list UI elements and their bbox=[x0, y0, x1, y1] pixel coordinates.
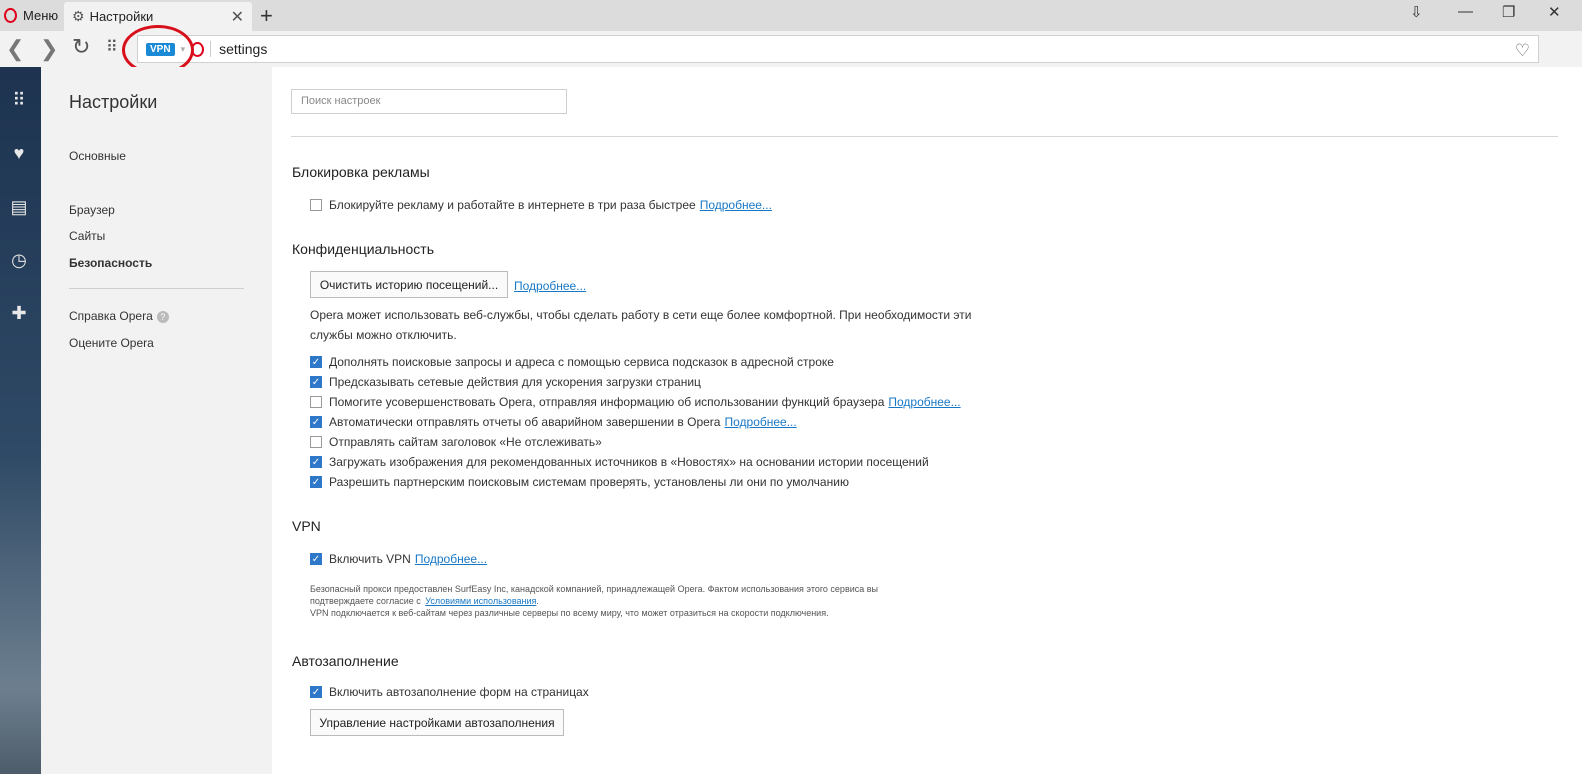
autofill-label: Включить автозаполнение форм на страница… bbox=[329, 685, 589, 699]
menu-label: Меню bbox=[23, 8, 59, 23]
nav-item-sites[interactable]: Сайты bbox=[69, 229, 105, 243]
privacy-option[interactable]: ✓ Предсказывать сетевые действия для уск… bbox=[310, 375, 701, 389]
navigation-bar: ❮ ❯ ↻ ⠿ VPN ▾ settings ♡ bbox=[0, 31, 1582, 68]
manage-autofill-button[interactable]: Управление настройками автозаполнения bbox=[310, 709, 564, 736]
vpn-checkbox[interactable]: ✓ bbox=[310, 553, 322, 565]
adblock-label: Блокируйте рекламу и работайте в интерне… bbox=[329, 198, 696, 212]
privacy-option-more-link[interactable]: Подробнее... bbox=[724, 415, 796, 429]
privacy-option-label: Предсказывать сетевые действия для ускор… bbox=[329, 375, 701, 389]
speed-dial-icon[interactable]: ⠿ bbox=[106, 37, 118, 57]
nav-divider bbox=[69, 288, 244, 289]
privacy-option[interactable]: Помогите усовершенствовать Opera, отправ… bbox=[310, 395, 961, 409]
new-tab-button[interactable]: + bbox=[260, 3, 273, 29]
vpn-terms-link[interactable]: Условиями использования bbox=[425, 596, 536, 606]
privacy-description-line1: Opera может использовать веб-службы, что… bbox=[310, 308, 972, 322]
search-divider bbox=[291, 136, 1558, 137]
nav-item-rate[interactable]: Оцените Opera bbox=[69, 336, 154, 350]
tab-menu-icon[interactable]: ⇩ bbox=[1410, 3, 1423, 21]
speed-dial-sidebar-icon[interactable]: ⠿ bbox=[7, 90, 31, 111]
privacy-option[interactable]: ✓ Дополнять поисковые запросы и адреса с… bbox=[310, 355, 834, 369]
back-button[interactable]: ❮ bbox=[6, 36, 24, 62]
checkbox-checked[interactable]: ✓ bbox=[310, 376, 322, 388]
vpn-heading: VPN bbox=[292, 518, 321, 534]
address-bar[interactable]: VPN ▾ settings ♡ bbox=[137, 35, 1539, 63]
vpn-label: Включить VPN bbox=[329, 552, 411, 566]
privacy-option-label: Дополнять поисковые запросы и адреса с п… bbox=[329, 355, 834, 369]
clear-history-button[interactable]: Очистить историю посещений... bbox=[310, 271, 508, 298]
bookmark-heart-icon[interactable]: ♡ bbox=[1515, 41, 1530, 61]
reload-button[interactable]: ↻ bbox=[72, 34, 90, 60]
nav-item-security[interactable]: Безопасность bbox=[69, 256, 152, 270]
checkbox-unchecked[interactable] bbox=[310, 436, 322, 448]
settings-nav: Настройки Основные Браузер Сайты Безопас… bbox=[41, 67, 272, 774]
tab-title: Настройки bbox=[89, 9, 154, 24]
vpn-option[interactable]: ✓ Включить VPN Подробнее... bbox=[310, 552, 487, 566]
opera-menu-button[interactable]: Меню bbox=[0, 0, 62, 31]
vpn-note-line3: VPN подключается к веб-сайтам через разл… bbox=[310, 608, 829, 618]
privacy-option-label: Помогите усовершенствовать Opera, отправ… bbox=[329, 395, 885, 409]
help-icon: ? bbox=[156, 311, 169, 323]
vpn-note: Безопасный прокси предоставлен SurfEasy … bbox=[310, 583, 970, 619]
checkbox-checked[interactable]: ✓ bbox=[310, 356, 322, 368]
maximize-button[interactable]: ❐ bbox=[1502, 3, 1515, 21]
vpn-note-prefix: подтверждаете согласие с bbox=[310, 596, 421, 606]
vpn-note-line1: Безопасный прокси предоставлен SurfEasy … bbox=[310, 584, 879, 594]
autofill-option[interactable]: ✓ Включить автозаполнение форм на страни… bbox=[310, 685, 589, 699]
privacy-option[interactable]: ✓ Разрешить партнерским поисковым систем… bbox=[310, 475, 849, 489]
forward-button[interactable]: ❯ bbox=[40, 36, 58, 62]
vpn-note-line2: подтверждаете согласие с Условиями испол… bbox=[310, 595, 970, 607]
nav-item-help[interactable]: Справка Opera? bbox=[69, 309, 169, 323]
vpn-more-link[interactable]: Подробнее... bbox=[415, 552, 487, 566]
settings-search-input[interactable]: Поиск настроек bbox=[291, 89, 567, 114]
privacy-option[interactable]: ✓ Загружать изображения для рекомендован… bbox=[310, 455, 929, 469]
adblock-option[interactable]: Блокируйте рекламу и работайте в интерне… bbox=[310, 198, 772, 212]
settings-title: Настройки bbox=[69, 92, 158, 112]
adblock-more-link[interactable]: Подробнее... bbox=[700, 198, 772, 212]
nav-item-browser[interactable]: Браузер bbox=[69, 203, 115, 217]
news-icon[interactable]: ▤ bbox=[7, 197, 31, 218]
privacy-option-label: Автоматически отправлять отчеты об авари… bbox=[329, 415, 721, 429]
privacy-option-label: Отправлять сайтам заголовок «Не отслежив… bbox=[329, 435, 602, 449]
icon-sidebar: ⠿ ♥ ▤ ◷ ✚ bbox=[0, 67, 41, 774]
extensions-icon[interactable]: ✚ bbox=[7, 303, 31, 324]
url-divider bbox=[210, 41, 212, 57]
checkbox-unchecked[interactable] bbox=[310, 396, 322, 408]
close-window-button[interactable]: ✕ bbox=[1548, 3, 1561, 21]
adblock-checkbox[interactable] bbox=[310, 199, 322, 211]
privacy-option-more-link[interactable]: Подробнее... bbox=[888, 395, 960, 409]
minimize-button[interactable]: — bbox=[1458, 3, 1473, 20]
title-bar: Меню ⚙ Настройки ✕ + ⇩ — ❐ ✕ bbox=[0, 0, 1582, 31]
privacy-option-label: Разрешить партнерским поисковым системам… bbox=[329, 475, 849, 489]
tab-close-icon[interactable]: ✕ bbox=[231, 7, 244, 27]
settings-content: Поиск настроек Блокировка рекламы Блокир… bbox=[272, 67, 1582, 774]
privacy-description-line2: службы можно отключить. bbox=[310, 328, 457, 342]
url-text[interactable]: settings bbox=[219, 41, 267, 57]
privacy-heading: Конфиденциальность bbox=[292, 241, 435, 257]
checkbox-checked[interactable]: ✓ bbox=[310, 476, 322, 488]
nav-help-label: Справка Opera bbox=[69, 309, 153, 323]
adblock-heading: Блокировка рекламы bbox=[292, 164, 430, 180]
autofill-checkbox[interactable]: ✓ bbox=[310, 686, 322, 698]
checkbox-checked[interactable]: ✓ bbox=[310, 416, 322, 428]
opera-logo-icon bbox=[4, 8, 17, 23]
checkbox-checked[interactable]: ✓ bbox=[310, 456, 322, 468]
privacy-option[interactable]: ✓ Автоматически отправлять отчеты об ава… bbox=[310, 415, 797, 429]
privacy-option-label: Загружать изображения для рекомендованны… bbox=[329, 455, 929, 469]
privacy-option[interactable]: Отправлять сайтам заголовок «Не отслежив… bbox=[310, 435, 602, 449]
heart-icon[interactable]: ♥ bbox=[7, 143, 31, 164]
gear-icon: ⚙ bbox=[72, 8, 85, 24]
privacy-description: Opera может использовать веб-службы, что… bbox=[310, 305, 990, 345]
vpn-note-period: . bbox=[536, 596, 539, 606]
autofill-heading: Автозаполнение bbox=[292, 653, 399, 669]
privacy-more-link[interactable]: Подробнее... bbox=[514, 279, 586, 293]
history-icon[interactable]: ◷ bbox=[7, 250, 31, 271]
nav-item-basic[interactable]: Основные bbox=[69, 149, 126, 163]
